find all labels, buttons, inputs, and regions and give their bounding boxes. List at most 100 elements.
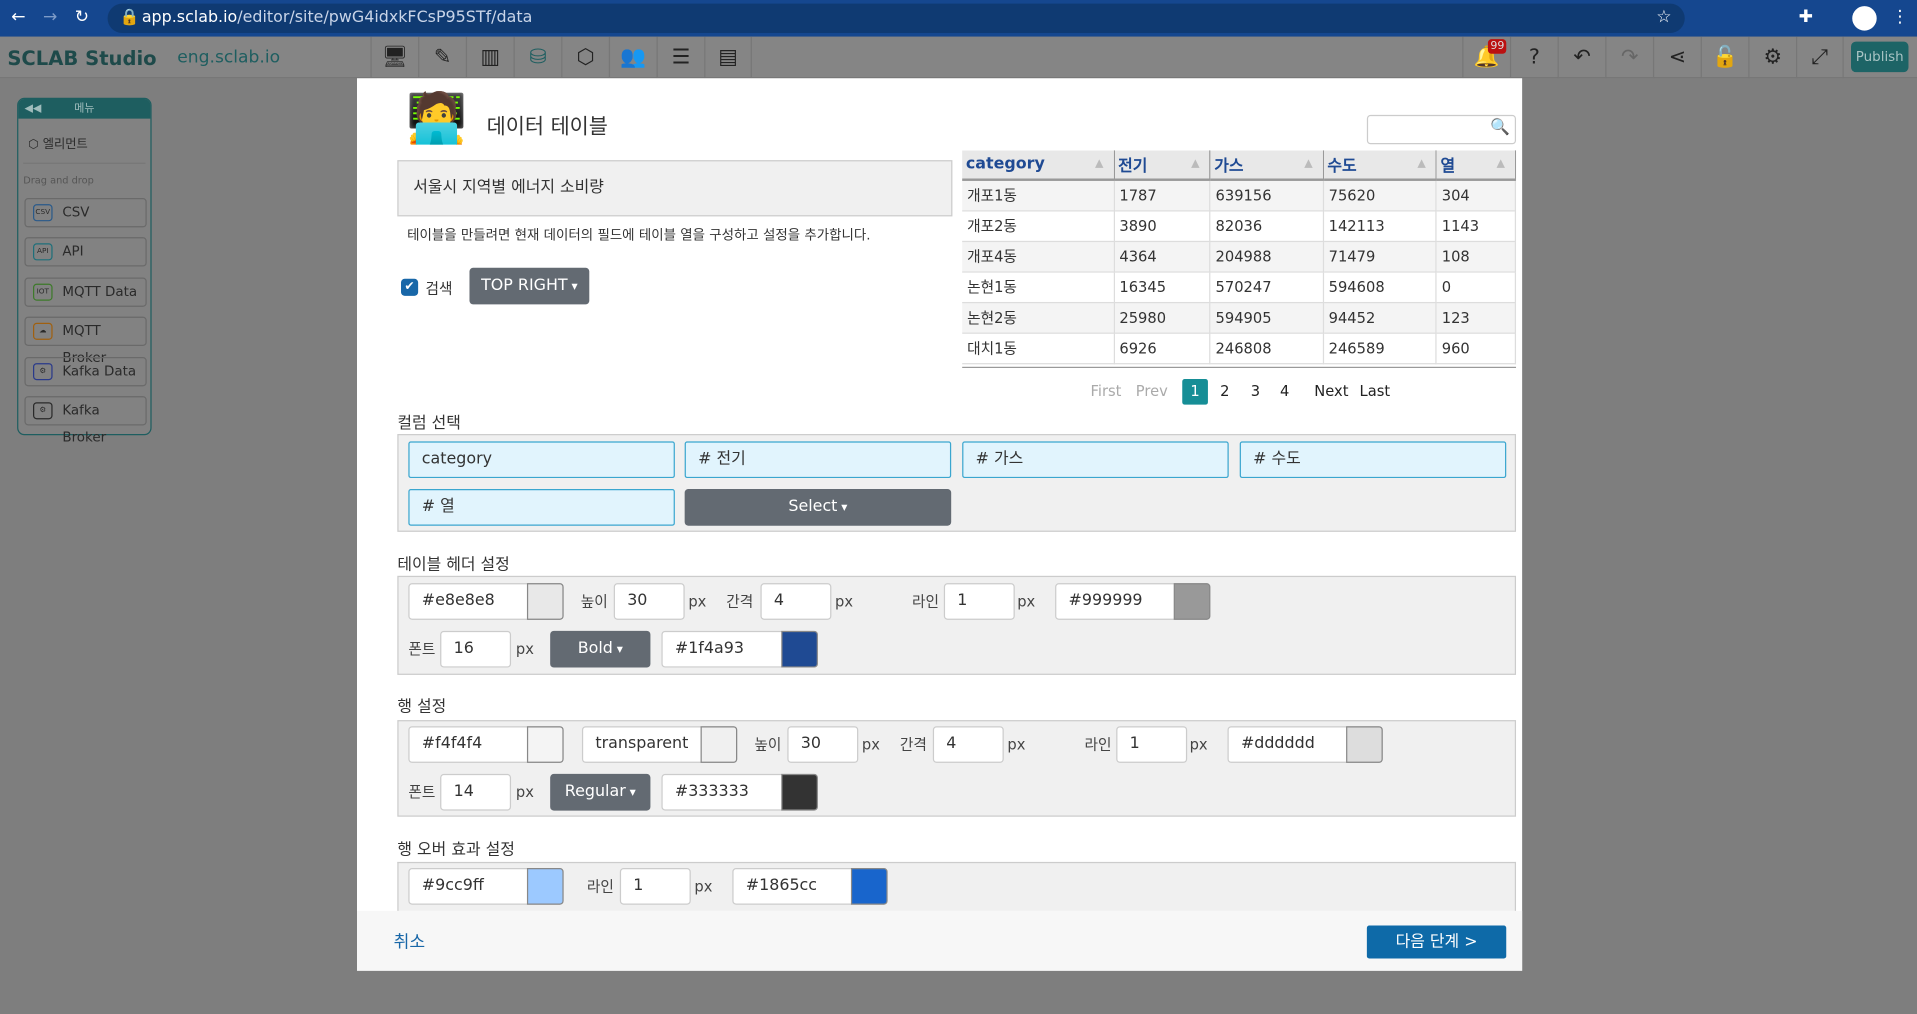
header-weight-dropdown[interactable]: Bold	[550, 630, 651, 668]
kafka-icon: ⚙	[33, 363, 53, 381]
sidebar-item-kafka-data[interactable]: ⚙ Kafka Data	[24, 356, 147, 387]
bookmark-star-icon[interactable]: ☆	[1653, 7, 1675, 27]
menu-icon[interactable]: ⋮	[1889, 7, 1911, 27]
header-gap-input[interactable]: 4	[760, 583, 832, 620]
card-icon[interactable]: ▤	[704, 36, 752, 79]
publish-button[interactable]: Publish	[1851, 41, 1909, 73]
divider	[962, 366, 1517, 369]
color-swatch[interactable]	[850, 868, 888, 905]
forward-icon[interactable]: →	[39, 7, 61, 27]
map-icon[interactable]: ▥	[465, 36, 514, 79]
table-cell: 6926	[1113, 332, 1211, 364]
page-next[interactable]: Next	[1314, 379, 1348, 403]
header-line-color-input[interactable]: #999999	[1055, 583, 1211, 620]
row-font-color-input[interactable]: #333333	[661, 773, 818, 811]
table-designer-icon: 🧑‍💻	[406, 90, 467, 147]
color-swatch[interactable]	[526, 583, 564, 620]
sidebar-item-mqtt-data[interactable]: IOT MQTT Data	[24, 277, 147, 307]
column-chip[interactable]: category	[408, 441, 675, 479]
column-header[interactable]: category	[962, 150, 1115, 181]
help-icon[interactable]: ?	[1509, 36, 1558, 79]
redo-icon[interactable]: ↷	[1605, 36, 1653, 79]
color-swatch[interactable]	[1346, 726, 1383, 763]
mobile-edit-icon[interactable]: ✎	[418, 36, 466, 79]
undo-icon[interactable]: ↶	[1557, 36, 1606, 79]
reload-icon[interactable]: ↻	[71, 7, 93, 27]
column-chip[interactable]: # 수도	[1239, 441, 1507, 479]
modal-title: 데이터 테이블	[486, 114, 608, 140]
row-font-input[interactable]: 14	[440, 773, 512, 811]
search-position-dropdown[interactable]: TOP RIGHT	[469, 267, 590, 305]
sidebar-item-csv[interactable]: CSV CSV	[24, 198, 147, 228]
table-cell: 25980	[1113, 301, 1211, 334]
users-icon[interactable]: 👥	[608, 36, 657, 79]
extensions-icon[interactable]: ✚	[1795, 7, 1817, 27]
table-cell: 594905	[1210, 301, 1324, 334]
header-font-input[interactable]: 16	[440, 630, 512, 668]
database-icon[interactable]: ⛁	[513, 36, 561, 79]
next-step-button[interactable]: 다음 단계 >	[1366, 925, 1507, 959]
hover-settings-box: #9cc9ff 라인 1 px #1865cc	[397, 861, 1517, 917]
color-swatch[interactable]	[781, 630, 818, 668]
element-menu[interactable]: ⬡ 엘리먼트	[28, 133, 88, 151]
column-chip[interactable]: # 전기	[684, 441, 952, 479]
page-prev[interactable]: Prev	[1136, 379, 1168, 403]
page-2[interactable]: 2	[1220, 379, 1229, 403]
row-settings-label: 행 설정	[397, 698, 447, 717]
row-bg2-input[interactable]: transparent	[581, 726, 738, 763]
search-checkbox[interactable]: ✔	[401, 278, 419, 296]
collapse-icon[interactable]: ◀◀	[24, 99, 41, 119]
row-weight-dropdown[interactable]: Regular	[550, 773, 651, 811]
unit: px	[688, 592, 707, 611]
unlock-icon[interactable]: 🔓	[1700, 36, 1749, 79]
row-line-input[interactable]: 1	[1116, 726, 1188, 763]
column-chip[interactable]: # 열	[408, 489, 675, 526]
table-cell: 71479	[1323, 240, 1437, 273]
header-line-input[interactable]: 1	[943, 583, 1015, 620]
page-first[interactable]: First	[1091, 379, 1122, 403]
profile-avatar[interactable]	[1852, 6, 1877, 31]
color-swatch[interactable]	[526, 726, 564, 763]
color-swatch[interactable]	[781, 773, 818, 811]
page-1[interactable]: 1	[1182, 379, 1208, 405]
row-line-color-input[interactable]: #dddddd	[1227, 726, 1383, 763]
column-select-dropdown[interactable]: Select	[684, 489, 952, 526]
column-header[interactable]: 전기	[1113, 150, 1211, 181]
fullscreen-icon[interactable]: ⤢	[1795, 36, 1844, 79]
column-header[interactable]: 가스	[1210, 150, 1324, 181]
column-chip[interactable]: # 가스	[962, 441, 1229, 479]
header-font-color-input[interactable]: #1f4a93	[661, 630, 818, 668]
hover-bg-input[interactable]: #9cc9ff	[408, 868, 564, 905]
row-gap-input[interactable]: 4	[932, 726, 1004, 763]
preview-search-input[interactable]: 🔍	[1366, 114, 1517, 145]
color-swatch[interactable]	[700, 726, 738, 763]
address-bar[interactable]: 🔒 app.sclab.io/editor/site/pwG4idxkFCsP95…	[107, 3, 1685, 34]
page-4[interactable]: 4	[1280, 379, 1289, 403]
color-swatch[interactable]	[1173, 583, 1211, 620]
hover-line-input[interactable]: 1	[619, 868, 691, 905]
share-icon[interactable]: ⋖	[1652, 36, 1701, 79]
row-bg-input[interactable]: #f4f4f4	[408, 726, 564, 763]
site-name[interactable]: eng.sclab.io	[177, 48, 280, 68]
sidebar-item-kafka-broker[interactable]: ⚙ Kafka Broker	[24, 396, 147, 445]
back-icon[interactable]: ←	[7, 7, 29, 27]
table-row: 개포4동 4364 204988 71479 108	[962, 240, 1517, 273]
code-icon[interactable]: ⬡	[561, 36, 609, 79]
sidebar-item-mqtt-broker[interactable]: ☁ MQTT Broker	[24, 316, 147, 366]
cancel-button[interactable]: 취소	[394, 929, 426, 953]
row-height-input[interactable]: 30	[787, 726, 859, 763]
list-icon[interactable]: ☰	[656, 36, 705, 79]
column-header[interactable]: 수도	[1323, 150, 1437, 181]
page-3[interactable]: 3	[1251, 379, 1260, 403]
column-header[interactable]: 열	[1436, 150, 1517, 181]
color-swatch[interactable]	[526, 868, 564, 905]
page-last[interactable]: Last	[1360, 379, 1391, 403]
hover-line-color-input[interactable]: #1865cc	[732, 868, 888, 905]
gear-icon[interactable]: ⚙	[1748, 36, 1796, 79]
header-bg-input[interactable]: #e8e8e8	[408, 583, 564, 620]
header-height-input[interactable]: 30	[613, 583, 685, 620]
sidebar-item-api[interactable]: API API	[24, 237, 147, 267]
desktop-edit-icon[interactable]: 🖥	[370, 36, 418, 79]
bell-icon[interactable]: 🔔 99	[1462, 36, 1510, 79]
column-select-box: category # 전기 # 가스 # 수도 # 열 Select	[397, 434, 1517, 532]
